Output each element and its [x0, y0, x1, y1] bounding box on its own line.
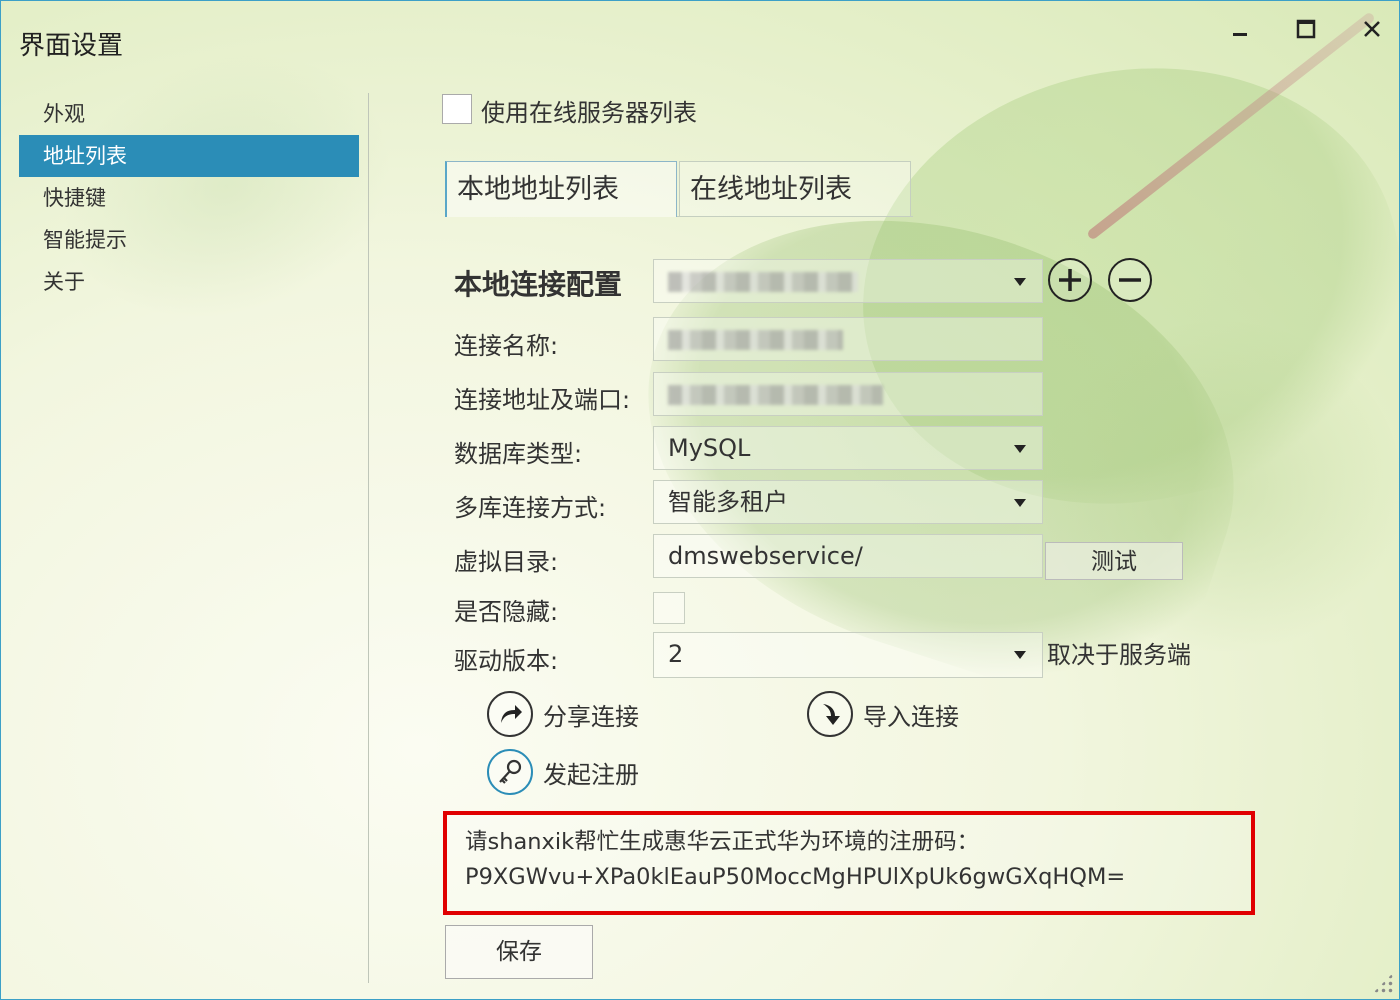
maximize-icon [1296, 19, 1316, 39]
multi-db-label: 多库连接方式: [454, 494, 607, 522]
key-icon [487, 749, 533, 795]
maximize-button[interactable] [1281, 11, 1331, 47]
driver-version-select[interactable]: 2 [653, 632, 1043, 678]
sidebar-divider [368, 93, 369, 983]
virtual-dir-label: 虚拟目录: [454, 548, 559, 576]
connection-name-input[interactable] [653, 317, 1043, 361]
start-registration-label: 发起注册 [543, 760, 639, 789]
close-icon [1364, 21, 1380, 37]
minimize-icon [1233, 33, 1247, 36]
hidden-label: 是否隐藏: [454, 598, 559, 626]
sidebar-nav: 外观 地址列表 快捷键 智能提示 关于 [19, 93, 359, 303]
resize-grip-icon[interactable] [1373, 973, 1393, 993]
registration-request-line: 请shanxik帮忙生成惠华云正式华为环境的注册码： [465, 829, 980, 855]
settings-window: 界面设置 外观 地址列表 快捷键 智能提示 关于 使用在线服务器列表 本地地址列… [0, 0, 1400, 1000]
test-button[interactable]: 测试 [1045, 542, 1183, 580]
connection-name-label: 连接名称: [454, 332, 559, 360]
connection-address-label: 连接地址及端口: [454, 386, 631, 414]
minimize-button[interactable] [1215, 11, 1265, 47]
redacted-value [668, 272, 858, 292]
multi-db-select[interactable]: 智能多租户 [653, 480, 1043, 524]
add-connection-button[interactable] [1048, 258, 1092, 302]
start-registration-button[interactable]: 发起注册 [487, 749, 639, 795]
share-connection-label: 分享连接 [543, 702, 639, 731]
virtual-dir-input[interactable]: dmswebservice/ [653, 534, 1043, 578]
close-button[interactable] [1347, 11, 1397, 47]
save-button[interactable]: 保存 [445, 925, 593, 979]
driver-version-label: 驱动版本: [454, 647, 559, 675]
sidebar-item-appearance[interactable]: 外观 [19, 93, 359, 135]
import-connection-label: 导入连接 [863, 702, 959, 731]
plus-icon [1059, 269, 1081, 291]
share-icon [487, 691, 533, 737]
registration-code-box: 请shanxik帮忙生成惠华云正式华为环境的注册码： P9XGWvu+XPa0k… [443, 811, 1255, 915]
sidebar-item-address-list[interactable]: 地址列表 [19, 135, 359, 177]
import-connection-button[interactable]: 导入连接 [807, 691, 959, 737]
import-icon [807, 691, 853, 737]
background-leaf [1041, 321, 1399, 651]
driver-version-note: 取决于服务端 [1047, 641, 1191, 669]
connection-config-select[interactable] [653, 259, 1043, 303]
window-title: 界面设置 [19, 31, 124, 61]
registration-text[interactable]: 请shanxik帮忙生成惠华云正式华为环境的注册码： P9XGWvu+XPa0k… [465, 825, 1125, 895]
connection-address-input[interactable] [653, 372, 1043, 416]
tab-local-address-list[interactable]: 本地地址列表 [445, 161, 677, 217]
remove-connection-button[interactable] [1108, 258, 1152, 302]
db-type-label: 数据库类型: [454, 440, 583, 468]
sidebar-item-smart-hints[interactable]: 智能提示 [19, 219, 359, 261]
online-server-label: 使用在线服务器列表 [481, 99, 697, 127]
tab-divider [677, 216, 913, 217]
db-type-select[interactable]: MySQL [653, 426, 1043, 470]
tab-online-address-list[interactable]: 在线地址列表 [679, 161, 911, 217]
sidebar-item-about[interactable]: 关于 [19, 261, 359, 303]
section-title: 本地连接配置 [454, 268, 623, 301]
sidebar-item-shortcuts[interactable]: 快捷键 [19, 177, 359, 219]
redacted-value [668, 385, 883, 405]
registration-code-line: P9XGWvu+XPa0klEauP50MoccMgHPUlXpUk6gwGXq… [465, 864, 1126, 890]
minus-icon [1119, 278, 1141, 282]
redacted-value [668, 330, 843, 350]
online-server-checkbox[interactable] [442, 94, 472, 124]
share-connection-button[interactable]: 分享连接 [487, 691, 639, 737]
hidden-checkbox[interactable] [653, 592, 685, 624]
